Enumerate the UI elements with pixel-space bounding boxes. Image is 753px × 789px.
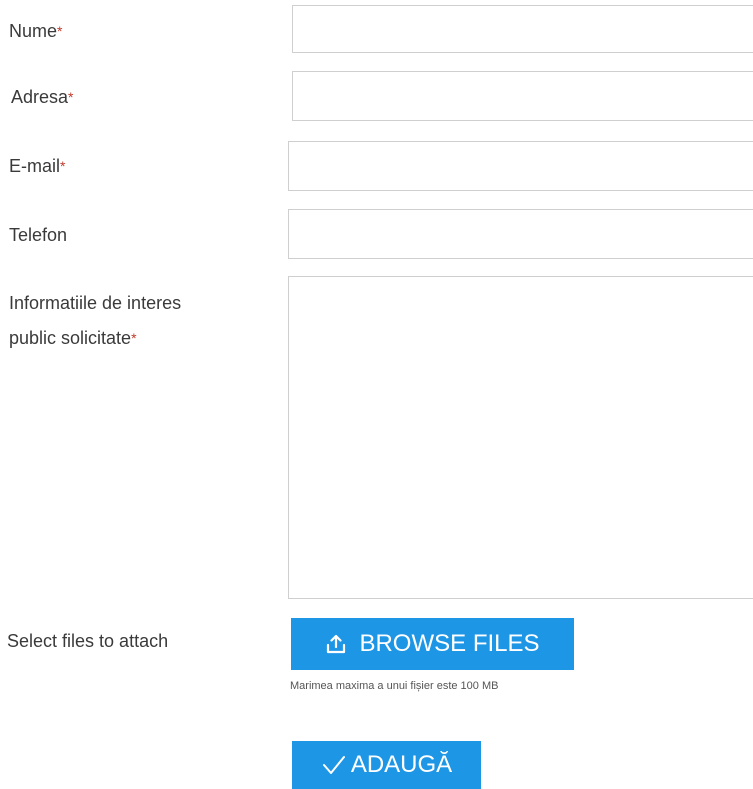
required-marker: *	[60, 158, 66, 174]
nume-label-text: Nume	[9, 21, 58, 41]
upload-icon	[325, 633, 347, 655]
informatii-label-line2-text: public solicitate	[9, 328, 132, 348]
file-size-hint: Marimea maxima a unui fișier este 100 MB	[290, 680, 499, 692]
adresa-input[interactable]	[292, 71, 753, 121]
informatii-label: Informatiile de interes public solicitat…	[9, 286, 181, 356]
checkmark-icon	[321, 754, 347, 776]
nume-input[interactable]	[292, 5, 753, 53]
telefon-input[interactable]	[288, 209, 753, 259]
email-input[interactable]	[288, 141, 753, 191]
email-label-text: E-mail	[9, 156, 61, 176]
attach-label-text: Select files to attach	[7, 631, 169, 651]
required-marker: *	[131, 330, 137, 346]
browse-files-button[interactable]: BROWSE FILES	[291, 618, 574, 670]
telefon-label-text: Telefon	[9, 225, 68, 245]
informatii-label-line2: public solicitate*	[9, 321, 181, 356]
informatii-label-line1: Informatiile de interes	[9, 293, 182, 313]
adresa-label-text: Adresa	[11, 87, 69, 107]
required-marker: *	[57, 23, 63, 39]
adresa-label: Adresa*	[11, 84, 74, 110]
browse-files-label: BROWSE FILES	[359, 630, 540, 657]
informatii-textarea[interactable]	[288, 276, 753, 599]
adauga-button[interactable]: ADAUGĂ	[292, 741, 481, 789]
required-marker: *	[68, 89, 74, 105]
attach-label: Select files to attach	[7, 628, 168, 654]
nume-label: Nume*	[9, 18, 62, 44]
adauga-label: ADAUGĂ	[350, 751, 453, 778]
email-label: E-mail*	[9, 153, 65, 179]
telefon-label: Telefon	[9, 222, 67, 248]
